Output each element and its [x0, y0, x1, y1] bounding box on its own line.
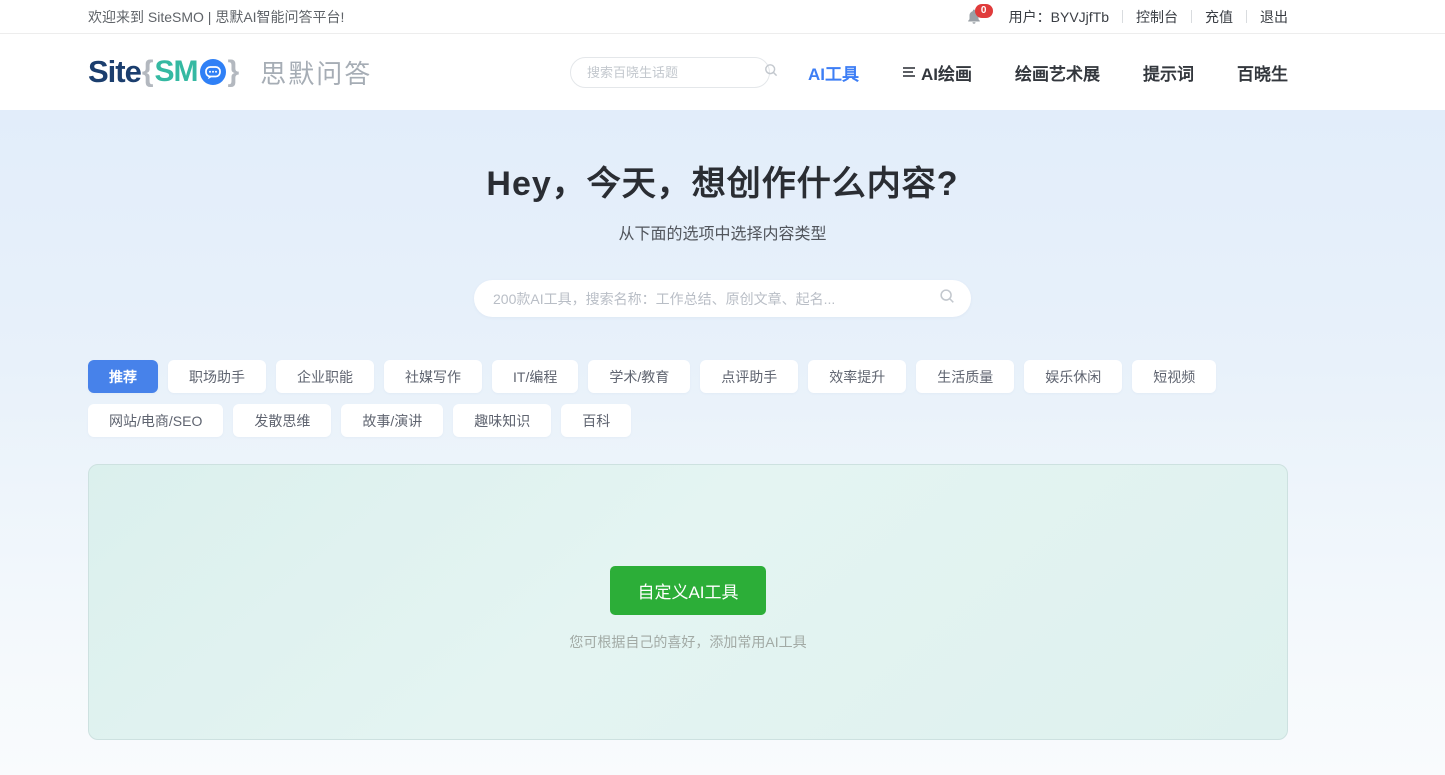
- nav-item-label: 绘画艺术展: [1015, 60, 1100, 85]
- divider: [1246, 10, 1247, 23]
- user-label: 用户：BYVJjfTb: [1009, 7, 1109, 27]
- nav-item-label: AI绘画: [921, 60, 972, 85]
- topic-search-input[interactable]: [587, 65, 763, 80]
- nav-ai-painting[interactable]: AI绘画: [902, 60, 972, 85]
- category-pill[interactable]: 发散思维: [233, 404, 331, 437]
- topic-search: [570, 57, 770, 88]
- nav-art-gallery[interactable]: 绘画艺术展: [1015, 60, 1100, 85]
- divider: [1191, 10, 1192, 23]
- page-subtitle: 从下面的选项中选择内容类型: [0, 220, 1445, 244]
- topbar: 欢迎来到 SiteSMO | 思默AI智能问答平台! 0 用户：BYVJjfTb…: [0, 0, 1445, 34]
- category-pill[interactable]: 企业职能: [276, 360, 374, 393]
- nav-item-label: 提示词: [1143, 60, 1194, 85]
- search-icon[interactable]: [938, 287, 956, 310]
- nav-baixiaosheng[interactable]: 百晓生: [1237, 60, 1288, 85]
- logout-link[interactable]: 退出: [1260, 7, 1288, 27]
- nav-item-label: 百晓生: [1237, 60, 1288, 85]
- notification-badge: 0: [975, 4, 993, 18]
- logo-brace-open: {: [142, 55, 154, 89]
- divider: [1122, 10, 1123, 23]
- panel-hint-text: 您可根据自己的喜好，添加常用AI工具: [569, 632, 806, 652]
- logo-chinese-name: 思默问答: [260, 54, 372, 91]
- logo-sm-text: SM: [155, 55, 198, 89]
- notification-bell[interactable]: 0: [965, 8, 983, 26]
- category-pill[interactable]: 效率提升: [808, 360, 906, 393]
- category-pill[interactable]: 社媒写作: [384, 360, 482, 393]
- custom-tools-panel: 自定义AI工具 您可根据自己的喜好，添加常用AI工具: [88, 464, 1288, 740]
- header: Site { SM } 思默问答: [0, 34, 1445, 110]
- custom-ai-tool-button[interactable]: 自定义AI工具: [610, 566, 765, 615]
- nav-item-label: AI工具: [808, 60, 859, 85]
- category-pill[interactable]: 娱乐休闲: [1024, 360, 1122, 393]
- nav-prompts[interactable]: 提示词: [1143, 60, 1194, 85]
- site-logo[interactable]: Site { SM } 思默问答: [88, 54, 372, 91]
- category-pill[interactable]: 网站/电商/SEO: [88, 404, 223, 437]
- category-pill[interactable]: 职场助手: [168, 360, 266, 393]
- category-pill[interactable]: 百科: [561, 404, 631, 437]
- search-icon[interactable]: [763, 62, 779, 83]
- main-area: Hey，今天，想创作什么内容? 从下面的选项中选择内容类型 推荐职场助手企业职能…: [0, 110, 1445, 775]
- chat-bubble-icon: [199, 58, 227, 86]
- tool-search-input[interactable]: [493, 291, 938, 307]
- category-pill[interactable]: 故事/演讲: [341, 404, 443, 437]
- menu-lines-icon: [902, 66, 916, 78]
- category-pill[interactable]: 趣味知识: [453, 404, 551, 437]
- logo-site-text: Site: [88, 54, 141, 90]
- category-pills: 推荐职场助手企业职能社媒写作 IT/编程学术/教育点评助手效率提升生活质量娱乐休闲…: [88, 360, 1288, 437]
- console-link[interactable]: 控制台: [1136, 7, 1178, 27]
- category-pill[interactable]: 短视频: [1132, 360, 1216, 393]
- recharge-link[interactable]: 充值: [1205, 7, 1233, 27]
- page-title: Hey，今天，想创作什么内容?: [0, 156, 1445, 205]
- tool-search: [474, 280, 971, 317]
- main-nav: AI工具 AI绘画 绘画艺术展 提示词 百晓生: [808, 60, 1288, 85]
- category-pill[interactable]: 生活质量: [916, 360, 1014, 393]
- category-pill[interactable]: 推荐: [88, 360, 158, 393]
- welcome-text: 欢迎来到 SiteSMO | 思默AI智能问答平台!: [88, 7, 344, 27]
- category-pill[interactable]: IT/编程: [492, 360, 578, 393]
- logo-brace-close: }: [228, 55, 240, 89]
- category-pill[interactable]: 点评助手: [700, 360, 798, 393]
- nav-ai-tools[interactable]: AI工具: [808, 60, 859, 85]
- category-pill[interactable]: 学术/教育: [588, 360, 690, 393]
